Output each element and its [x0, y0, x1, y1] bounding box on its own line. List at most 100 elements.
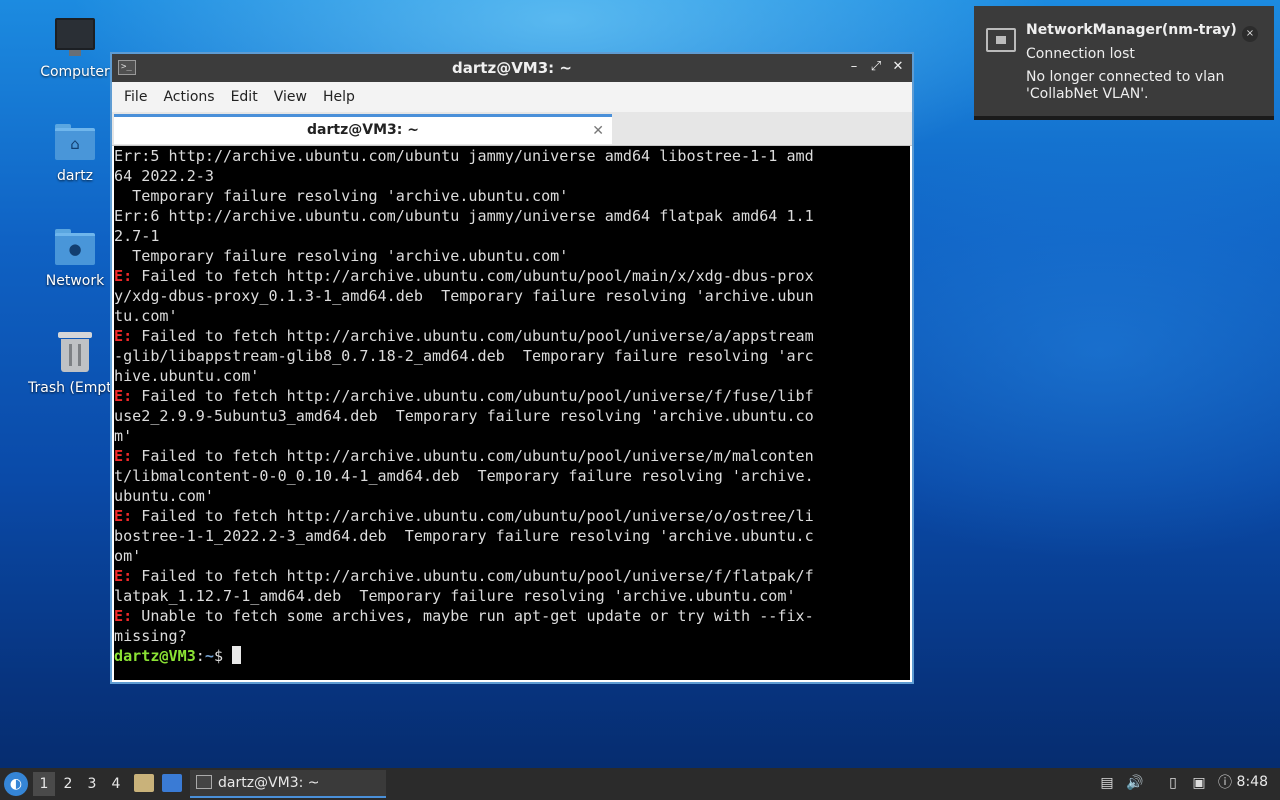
terminal-line-text: ubuntu.com' [114, 487, 214, 505]
notification-summary: Connection lost [1026, 46, 1135, 62]
notification-app-name: NetworkManager(nm-tray) [1026, 22, 1237, 38]
window-title: dartz@VM3: ~ [452, 59, 572, 77]
error-message: Unable to fetch some archives, maybe run… [132, 607, 814, 625]
terminal-line-text: E: Failed to fetch http://archive.ubuntu… [114, 387, 814, 405]
terminal-line: hive.ubuntu.com' [114, 366, 910, 386]
terminal-line-text: m' [114, 427, 133, 445]
terminal-line: E: Unable to fetch some archives, maybe … [114, 606, 910, 626]
menu-view[interactable]: View [266, 89, 315, 105]
terminal-line-text: E: Failed to fetch http://archive.ubuntu… [114, 267, 814, 285]
terminal-line: Err:6 http://archive.ubuntu.com/ubuntu j… [114, 206, 910, 226]
terminal-line-text: E: Unable to fetch some archives, maybe … [114, 607, 814, 625]
terminal-line: missing? [114, 626, 910, 646]
notes-tray-icon[interactable]: ▯ [1164, 774, 1182, 792]
workspace-1[interactable]: 1 [33, 772, 55, 796]
close-icon[interactable]: ✕ [890, 58, 906, 76]
prompt-symbol: $ [213, 647, 233, 665]
clock[interactable]: 8:48 [1237, 774, 1268, 790]
terminal-line: ubuntu.com' [114, 486, 910, 506]
task-label: dartz@VM3: ~ [218, 775, 320, 791]
menu-file[interactable]: File [116, 89, 155, 105]
terminal-line: E: Failed to fetch http://archive.ubuntu… [114, 566, 910, 586]
terminal-line: latpak_1.12.7-1_amd64.deb Temporary fail… [114, 586, 910, 606]
terminal-line-text: missing? [114, 627, 187, 645]
terminal-line-text: t/libmalcontent-0-0_0.10.4-1_amd64.deb T… [114, 467, 814, 485]
network-tray-icon[interactable]: ▣ [1190, 774, 1208, 792]
terminal-window: >_ dartz@VM3: ~ – ⤢ ✕ File Actions Edit … [110, 52, 914, 684]
error-message: Failed to fetch http://archive.ubuntu.co… [132, 267, 814, 285]
tab-close-icon[interactable]: ✕ [592, 118, 604, 144]
terminal-line-text: Err:6 http://archive.ubuntu.com/ubuntu j… [114, 207, 814, 225]
terminal-line-text: -glib/libappstream-glib8_0.7.18-2_amd64.… [114, 347, 814, 365]
terminal-line: t/libmalcontent-0-0_0.10.4-1_amd64.deb T… [114, 466, 910, 486]
update-notifier-icon[interactable]: ⓘ [1216, 774, 1234, 792]
terminal-line: om' [114, 546, 910, 566]
minimize-icon[interactable]: – [846, 58, 862, 76]
menu-help[interactable]: Help [315, 89, 363, 105]
terminal-line-text: Temporary failure resolving 'archive.ubu… [114, 187, 569, 205]
terminal-line: tu.com' [114, 306, 910, 326]
taskbar-task-terminal[interactable]: dartz@VM3: ~ [190, 770, 386, 798]
terminal-line-text: E: Failed to fetch http://archive.ubuntu… [114, 327, 814, 345]
error-message: Failed to fetch http://archive.ubuntu.co… [132, 447, 814, 465]
start-menu-icon[interactable]: ◐ [4, 772, 28, 796]
terminal-line-text: 64 2022.2-3 [114, 167, 214, 185]
terminal-line: Temporary failure resolving 'archive.ubu… [114, 246, 910, 266]
terminal-line: bostree-1-1_2022.2-3_amd64.deb Temporary… [114, 526, 910, 546]
terminal-line-text: y/xdg-dbus-proxy_0.1.3-1_amd64.deb Tempo… [114, 287, 814, 305]
error-prefix: E: [114, 507, 133, 525]
menu-edit[interactable]: Edit [223, 89, 266, 105]
maximize-icon[interactable]: ⤢ [868, 58, 884, 76]
terminal-line: Temporary failure resolving 'archive.ubu… [114, 186, 910, 206]
error-message: Failed to fetch http://archive.ubuntu.co… [132, 567, 814, 585]
network-wired-icon [986, 28, 1016, 52]
clipboard-tray-icon[interactable]: ▤ [1098, 774, 1116, 792]
computer-icon [55, 18, 95, 56]
error-prefix: E: [114, 447, 133, 465]
terminal-cursor [232, 646, 242, 664]
terminal-line: 64 2022.2-3 [114, 166, 910, 186]
terminal-line-text: E: Failed to fetch http://archive.ubuntu… [114, 507, 814, 525]
tab-terminal[interactable]: dartz@VM3: ~ ✕ [114, 114, 612, 144]
error-message: Failed to fetch http://archive.ubuntu.co… [132, 387, 814, 405]
show-desktop-icon[interactable] [162, 774, 182, 792]
terminal-line: E: Failed to fetch http://archive.ubuntu… [114, 506, 910, 526]
terminal-line-text: tu.com' [114, 307, 178, 325]
terminal-line: E: Failed to fetch http://archive.ubuntu… [114, 386, 910, 406]
workspace-3[interactable]: 3 [81, 772, 103, 796]
home-folder-icon: ⌂ [55, 124, 95, 160]
error-prefix: E: [114, 387, 133, 405]
desktop-icon-label: Trash (Empt [28, 380, 112, 396]
workspace-4[interactable]: 4 [105, 772, 127, 796]
terminal-task-icon [196, 775, 212, 789]
terminal-line-text: Err:5 http://archive.ubuntu.com/ubuntu j… [114, 147, 814, 165]
terminal-app-icon[interactable]: >_ [118, 60, 136, 75]
volume-icon[interactable]: 🔊 [1126, 774, 1144, 792]
terminal-line-text: hive.ubuntu.com' [114, 367, 260, 385]
trash-icon [58, 332, 92, 372]
file-manager-launcher-icon[interactable] [134, 774, 154, 792]
terminal-line-text: bostree-1-1_2022.2-3_amd64.deb Temporary… [114, 527, 814, 545]
terminal-line-text: E: Failed to fetch http://archive.ubuntu… [114, 567, 814, 585]
terminal-line-text: 2.7-1 [114, 227, 160, 245]
terminal-output[interactable]: Err:5 http://archive.ubuntu.com/ubuntu j… [114, 146, 910, 680]
tab-label: dartz@VM3: ~ [307, 122, 419, 138]
window-titlebar[interactable]: >_ dartz@VM3: ~ – ⤢ ✕ [112, 54, 912, 82]
terminal-line: E: Failed to fetch http://archive.ubuntu… [114, 446, 910, 466]
notification-close-icon[interactable]: × [1242, 26, 1258, 42]
terminal-line: m' [114, 426, 910, 446]
terminal-prompt[interactable]: dartz@VM3:~$ [114, 646, 910, 666]
network-folder-icon: ● [55, 229, 95, 265]
terminal-line: Err:5 http://archive.ubuntu.com/ubuntu j… [114, 146, 910, 166]
terminal-line: use2_2.9.9-5ubuntu3_amd64.deb Temporary … [114, 406, 910, 426]
error-prefix: E: [114, 567, 133, 585]
menu-actions[interactable]: Actions [155, 89, 222, 105]
desktop-icon-trash[interactable]: Trash (Empt [12, 332, 112, 396]
error-prefix: E: [114, 267, 133, 285]
prompt-user: dartz@VM3 [114, 647, 196, 665]
terminal-line-text: use2_2.9.9-5ubuntu3_amd64.deb Temporary … [114, 407, 814, 425]
workspace-2[interactable]: 2 [57, 772, 79, 796]
prompt-path: ~ [204, 647, 214, 665]
terminal-line: -glib/libappstream-glib8_0.7.18-2_amd64.… [114, 346, 910, 366]
notification-popup[interactable]: NetworkManager(nm-tray) Connection lost … [974, 6, 1274, 120]
